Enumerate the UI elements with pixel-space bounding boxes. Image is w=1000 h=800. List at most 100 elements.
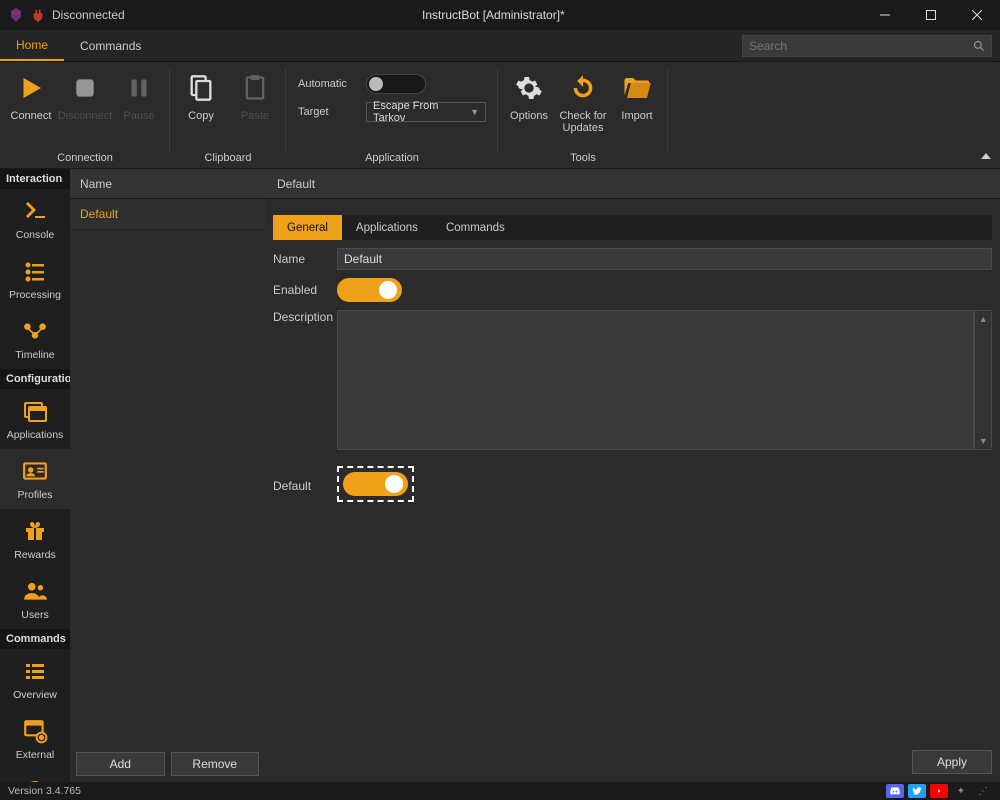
ribbon-group-clipboard: Copy Paste Clipboard	[170, 62, 286, 168]
sidebar-item-processing[interactable]: Processing	[0, 249, 70, 309]
detail-tabs: General Applications Commands	[273, 215, 992, 240]
gift-icon	[21, 517, 49, 545]
tray-icon-1[interactable]: ✦	[952, 784, 970, 798]
version-text: Version 3.4.765	[8, 785, 81, 797]
users-icon	[21, 577, 49, 605]
ribbon-group-tools: Options Check for Updates Import Tools	[498, 62, 668, 168]
ribbon-group-application: Automatic Target Escape From Tarkov ▼ Ap…	[286, 62, 498, 168]
sidebar-item-external[interactable]: External	[0, 709, 70, 769]
name-label: Name	[273, 252, 337, 266]
sidebar: Interaction Console Processing Timeline …	[0, 169, 70, 782]
profiles-list: Default	[70, 199, 265, 746]
default-label: Default	[273, 479, 337, 493]
paste-button[interactable]: Paste	[228, 68, 282, 152]
window-buttons	[862, 0, 1000, 30]
list-item[interactable]: Default	[70, 199, 265, 230]
discord-icon[interactable]	[886, 784, 904, 798]
sidebar-item-users[interactable]: Users	[0, 569, 70, 629]
tab-commands-detail[interactable]: Commands	[432, 215, 519, 240]
maximize-button[interactable]	[908, 0, 954, 30]
close-button[interactable]	[954, 0, 1000, 30]
sidebar-section-commands: Commands	[0, 629, 70, 649]
sidebar-item-console[interactable]: Console	[0, 189, 70, 249]
connect-button[interactable]: Connect	[4, 68, 58, 152]
search-input[interactable]	[749, 39, 973, 53]
list-header: Name	[70, 169, 265, 199]
scroll-up-icon[interactable]: ▲	[975, 311, 991, 327]
add-button[interactable]: Add	[76, 752, 165, 776]
pause-button[interactable]: Pause	[112, 68, 166, 152]
automatic-label: Automatic	[298, 78, 358, 90]
external-icon	[21, 717, 49, 745]
resize-grip-icon[interactable]: ⋰	[974, 784, 992, 798]
import-button[interactable]: Import	[610, 68, 664, 152]
timeline-icon	[21, 317, 49, 345]
play-icon	[13, 70, 49, 106]
tab-applications[interactable]: Applications	[342, 215, 432, 240]
titlebar: Disconnected InstructBot [Administrator]…	[0, 0, 1000, 30]
description-label: Description	[273, 310, 337, 324]
plug-icon	[30, 7, 46, 23]
profiles-list-panel: Name Default Add Remove	[70, 169, 265, 782]
stop-icon	[67, 70, 103, 106]
terminal-icon	[21, 197, 49, 225]
target-label: Target	[298, 106, 358, 118]
window-icon	[21, 397, 49, 425]
statusbar-tray: ✦ ⋰	[886, 784, 992, 798]
search-box[interactable]	[742, 35, 992, 57]
copy-button[interactable]: Copy	[174, 68, 228, 152]
search-icon	[973, 40, 985, 52]
id-card-icon	[21, 457, 49, 485]
default-toggle-focus	[337, 466, 414, 502]
automatic-toggle[interactable]	[366, 74, 426, 94]
gear-icon	[511, 70, 547, 106]
detail-panel: Default General Applications Commands Na…	[265, 169, 1000, 782]
apply-button[interactable]: Apply	[912, 750, 992, 774]
menubar: Home Commands	[0, 30, 1000, 62]
sidebar-item-overview[interactable]: Overview	[0, 649, 70, 709]
sidebar-section-configuration: Configuration	[0, 369, 70, 389]
list-gear-icon	[21, 257, 49, 285]
sidebar-item-help[interactable]: ?	[0, 769, 70, 782]
sidebar-item-profiles[interactable]: Profiles	[0, 449, 70, 509]
pause-icon	[121, 70, 157, 106]
minimize-button[interactable]	[862, 0, 908, 30]
tab-general[interactable]: General	[273, 215, 342, 240]
target-select[interactable]: Escape From Tarkov ▼	[366, 102, 486, 122]
ribbon: Connect Disconnect Pause Connection Copy…	[0, 62, 1000, 169]
connection-status: Disconnected	[0, 7, 125, 23]
connection-status-text: Disconnected	[52, 8, 125, 22]
window-title: InstructBot [Administrator]*	[125, 8, 862, 22]
enabled-label: Enabled	[273, 283, 337, 297]
ribbon-collapse-button[interactable]	[980, 150, 992, 162]
default-toggle[interactable]	[343, 472, 408, 496]
sidebar-section-interaction: Interaction	[0, 169, 70, 189]
options-button[interactable]: Options	[502, 68, 556, 152]
refresh-icon	[565, 70, 601, 106]
name-input[interactable]	[337, 248, 992, 270]
enabled-toggle[interactable]	[337, 278, 402, 302]
sidebar-item-applications[interactable]: Applications	[0, 389, 70, 449]
tab-home[interactable]: Home	[0, 30, 64, 61]
folder-open-icon	[619, 70, 655, 106]
twitter-icon[interactable]	[908, 784, 926, 798]
statusbar: Version 3.4.765 ✦ ⋰	[0, 782, 1000, 800]
remove-button[interactable]: Remove	[171, 752, 260, 776]
ribbon-group-connection: Connect Disconnect Pause Connection	[0, 62, 170, 168]
check-updates-button[interactable]: Check for Updates	[556, 68, 610, 152]
description-scrollbar[interactable]: ▲ ▼	[974, 310, 992, 450]
description-input[interactable]	[337, 310, 974, 450]
disconnect-button[interactable]: Disconnect	[58, 68, 112, 152]
copy-icon	[183, 70, 219, 106]
tab-commands[interactable]: Commands	[64, 30, 157, 61]
paste-icon	[237, 70, 273, 106]
main-area: Interaction Console Processing Timeline …	[0, 169, 1000, 782]
scroll-down-icon[interactable]: ▼	[975, 433, 991, 449]
help-icon: ?	[21, 777, 49, 782]
detail-header: Default	[265, 169, 1000, 199]
overview-icon	[21, 657, 49, 685]
sidebar-item-timeline[interactable]: Timeline	[0, 309, 70, 369]
app-icon	[8, 7, 24, 23]
youtube-icon[interactable]	[930, 784, 948, 798]
sidebar-item-rewards[interactable]: Rewards	[0, 509, 70, 569]
